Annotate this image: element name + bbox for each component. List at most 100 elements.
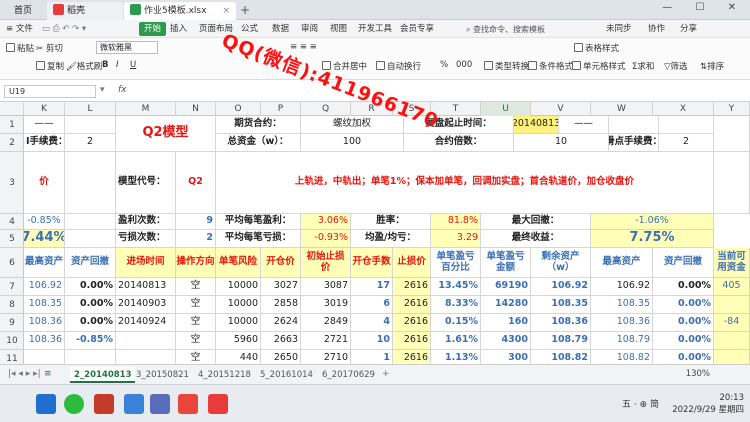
cell-O10[interactable]: 5960 bbox=[216, 332, 261, 350]
cell-N4[interactable]: 9 bbox=[176, 214, 216, 230]
cell-X6[interactable]: 资产回撤 bbox=[653, 248, 714, 278]
cell-Y6[interactable]: 当前可用资金 bbox=[714, 248, 750, 278]
cell-K7[interactable]: 106.92 bbox=[24, 278, 65, 296]
cell-O4[interactable]: 平均每笔盈利： bbox=[216, 214, 301, 230]
cell-O9[interactable]: 10000 bbox=[216, 314, 261, 332]
share-button[interactable]: 分享 bbox=[680, 22, 697, 36]
cell-M1[interactable]: Q2模型 bbox=[116, 116, 216, 152]
cell-S7[interactable]: 2616 bbox=[393, 278, 431, 296]
cell-U8[interactable]: 14280 bbox=[481, 296, 531, 314]
cell-W4[interactable]: -1.06% bbox=[591, 214, 714, 230]
cell-U2[interactable]: 10 bbox=[514, 134, 609, 152]
cell-S10[interactable]: 2616 bbox=[393, 332, 431, 350]
select-all-corner[interactable] bbox=[0, 102, 24, 116]
cell-Y8[interactable] bbox=[714, 296, 750, 314]
quick-access-icons[interactable]: ▭ ⎙ ↶ ↷ ▾ bbox=[42, 22, 86, 36]
cell-L3[interactable] bbox=[65, 152, 116, 214]
cell-M9[interactable]: 20140924 bbox=[116, 314, 176, 332]
cell-L1[interactable] bbox=[65, 116, 116, 134]
column-header-M[interactable]: M bbox=[116, 102, 176, 116]
cell-N9[interactable]: 空 bbox=[176, 314, 216, 332]
cell-Y1[interactable] bbox=[714, 116, 750, 152]
windows-start-icon[interactable] bbox=[36, 394, 56, 414]
cell-K8[interactable]: 108.35 bbox=[24, 296, 65, 314]
cell-Y7[interactable]: 405 bbox=[714, 278, 750, 296]
sheet-nav-icons[interactable]: |◂ ◂ ▸ ▸| bbox=[8, 369, 41, 379]
column-header-X[interactable]: X bbox=[653, 102, 714, 116]
ime-indicator[interactable]: 五 · ⊕ 简 bbox=[622, 397, 659, 410]
system-clock[interactable]: 20:13 2022/9/29 星期四 bbox=[672, 392, 744, 416]
menu-insert[interactable]: 插入 bbox=[170, 22, 187, 36]
cell-T10[interactable]: 1.61% bbox=[431, 332, 481, 350]
cell-W9[interactable]: 108.36 bbox=[591, 314, 653, 332]
cell-Y11[interactable] bbox=[714, 350, 750, 364]
sheet-list-icon[interactable]: ≡ bbox=[44, 369, 52, 379]
cell-S11[interactable]: 2616 bbox=[393, 350, 431, 364]
cell-X9[interactable]: 0.00% bbox=[653, 314, 714, 332]
sync-status[interactable]: 未同步 bbox=[606, 22, 632, 36]
fx-icon[interactable]: fx bbox=[118, 85, 127, 95]
column-header-L[interactable]: L bbox=[65, 102, 116, 116]
cell-U6[interactable]: 单笔盈亏金额 bbox=[481, 248, 531, 278]
row-header-5[interactable]: 5 bbox=[0, 230, 24, 248]
cell-R5[interactable]: 均盈/均亏： bbox=[351, 230, 431, 248]
cell-O7[interactable]: 10000 bbox=[216, 278, 261, 296]
menu-vip[interactable]: 会员专享 bbox=[400, 22, 434, 36]
cell-M3[interactable]: 模型代号： bbox=[116, 152, 176, 214]
cell-R8[interactable]: 6 bbox=[351, 296, 393, 314]
cell-O2[interactable]: 总资金（w）： bbox=[216, 134, 301, 152]
column-header-Y[interactable]: Y bbox=[714, 102, 750, 116]
format-painter-button[interactable]: 🖌格式刷 bbox=[66, 60, 102, 72]
cell-M7[interactable]: 20140813 bbox=[116, 278, 176, 296]
cell-Q4[interactable]: 3.06% bbox=[301, 214, 351, 230]
cell-Q9[interactable]: 2849 bbox=[301, 314, 351, 332]
cell-K3[interactable]: 价 bbox=[24, 152, 65, 214]
cell-V1[interactable]: —— bbox=[559, 116, 609, 134]
menu-start[interactable]: 开始 bbox=[139, 22, 167, 36]
cell-N11[interactable]: 空 bbox=[176, 350, 216, 364]
cell-V11[interactable]: 108.82 bbox=[531, 350, 591, 364]
cell-W5[interactable]: 7.75% bbox=[591, 230, 714, 248]
cell-N6[interactable]: 操作方向 bbox=[176, 248, 216, 278]
cell-X8[interactable]: 0.00% bbox=[653, 296, 714, 314]
cell-W2[interactable]: 滑点手续费： bbox=[609, 134, 659, 152]
cell-L11[interactable] bbox=[65, 350, 116, 364]
cell-O8[interactable]: 10000 bbox=[216, 296, 261, 314]
cell-V9[interactable]: 108.36 bbox=[531, 314, 591, 332]
menu-review[interactable]: 审阅 bbox=[301, 22, 318, 36]
cell-L7[interactable]: 0.00% bbox=[65, 278, 116, 296]
cell-M10[interactable] bbox=[116, 332, 176, 350]
cell-O6[interactable]: 单笔风险 bbox=[216, 248, 261, 278]
thousand-button[interactable]: 000 bbox=[456, 60, 472, 70]
cell-K9[interactable]: 108.36 bbox=[24, 314, 65, 332]
row-header-4[interactable]: 4 bbox=[0, 214, 24, 230]
wrap-button[interactable]: 自动换行 bbox=[376, 60, 421, 72]
cell-X7[interactable]: 0.00% bbox=[653, 278, 714, 296]
cell-W7[interactable]: 106.92 bbox=[591, 278, 653, 296]
sheet-tab-2[interactable]: 3_20150821 bbox=[132, 367, 193, 383]
cell-X11[interactable]: 0.00% bbox=[653, 350, 714, 364]
cell-W11[interactable]: 108.82 bbox=[591, 350, 653, 364]
cell-K5[interactable]: 7.44% bbox=[24, 230, 65, 248]
cell-N7[interactable]: 空 bbox=[176, 278, 216, 296]
cell-P8[interactable]: 2858 bbox=[261, 296, 301, 314]
cell-Q2[interactable]: 100 bbox=[301, 134, 404, 152]
cell-R7[interactable]: 17 bbox=[351, 278, 393, 296]
sum-button[interactable]: Σ求和 bbox=[632, 60, 654, 72]
column-header-K[interactable]: K bbox=[24, 102, 65, 116]
cell-P7[interactable]: 3027 bbox=[261, 278, 301, 296]
column-header-N[interactable]: N bbox=[176, 102, 216, 116]
row-header-7[interactable]: 7 bbox=[0, 278, 24, 296]
wps-icon[interactable] bbox=[94, 394, 114, 414]
cell-V6[interactable]: 剩余资产（w） bbox=[531, 248, 591, 278]
taskbar-app-icon-2[interactable] bbox=[150, 394, 170, 414]
wechat-icon[interactable] bbox=[64, 394, 84, 414]
cell-P11[interactable]: 2650 bbox=[261, 350, 301, 364]
cell-Y10[interactable] bbox=[714, 332, 750, 350]
bold-button[interactable]: B bbox=[102, 60, 108, 70]
cond-format-button[interactable]: 条件格式 bbox=[528, 60, 573, 72]
column-header-O[interactable]: O bbox=[216, 102, 261, 116]
menu-dev[interactable]: 开发工具 bbox=[358, 22, 392, 36]
cell-X1[interactable] bbox=[659, 116, 714, 134]
cell-Q11[interactable]: 2710 bbox=[301, 350, 351, 364]
